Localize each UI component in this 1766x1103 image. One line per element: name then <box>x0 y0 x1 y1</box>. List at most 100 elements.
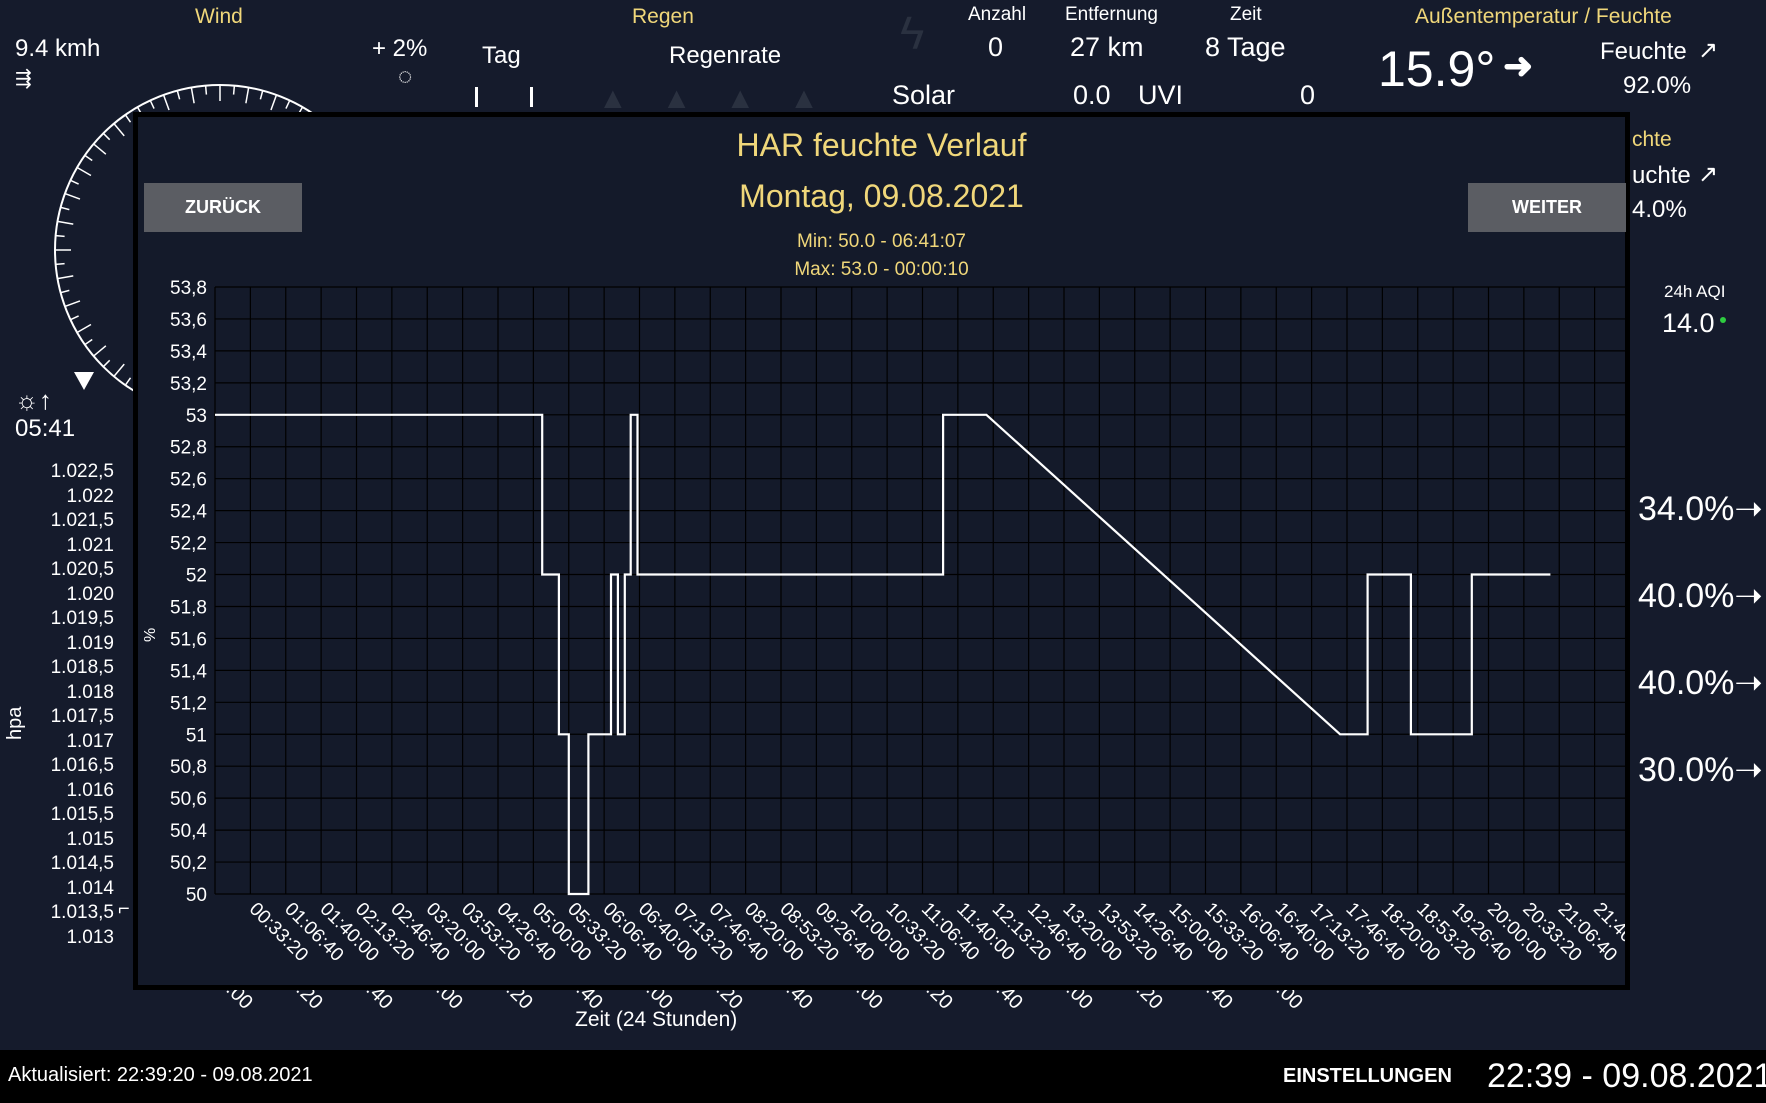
indoor-title: chte <box>1632 128 1672 151</box>
pressure-label: 1.018 <box>66 681 114 703</box>
pressure-label: 1.017,5 <box>50 706 114 727</box>
settings-button[interactable]: EINSTELLUNGEN <box>1283 1065 1452 1088</box>
compass-tick <box>124 114 132 123</box>
pressure-label: 1.021,5 <box>50 510 114 531</box>
compass-tick <box>57 275 74 280</box>
compass-tick <box>60 206 70 211</box>
compass-tick <box>76 166 92 177</box>
y-tick-label: 50,4 <box>170 821 207 842</box>
compass-tick <box>84 338 93 346</box>
wind-pointer-icon <box>74 372 94 390</box>
y-tick-label: 53,2 <box>170 374 207 395</box>
compass-tick <box>204 85 208 95</box>
compass-tick <box>149 100 155 109</box>
pressure-label: 1.015,5 <box>50 804 114 825</box>
y-tick-label: 52 <box>186 566 207 587</box>
pressure-label: 1.013,5 <box>50 902 114 923</box>
compass-tick <box>93 143 107 155</box>
humidity-line-chart: 53,8 53,6 53,4 53,2 53 52,8 52,6 52,4 52,2 52 51,8… <box>142 278 1625 966</box>
y-tick-label: 53,4 <box>170 342 207 363</box>
wind-speed: 9.4 kmh <box>15 35 101 62</box>
raindrop-icons: ▲▲▲▲ <box>598 82 853 115</box>
wind-title: Wind <box>195 5 243 28</box>
humidity-history-item: 34.0%➝ <box>1638 490 1763 528</box>
compass-tick <box>55 262 65 266</box>
rain-title: Regen <box>632 5 694 28</box>
humidity-history-item: 40.0%➝ <box>1638 664 1763 702</box>
compass-tick <box>270 94 278 111</box>
y-tick-label: 51,8 <box>170 597 207 618</box>
compass-tick <box>232 85 236 95</box>
pressure-label: 1.021 <box>66 534 114 556</box>
y-tick-label: 51,4 <box>170 661 207 682</box>
y-tick-label: 53,6 <box>170 310 207 331</box>
compass-tick <box>57 220 74 225</box>
y-tick-label: 53,8 <box>170 278 207 299</box>
indoor-humidity-label: uchte <box>1632 162 1691 189</box>
plot-area <box>215 287 1625 894</box>
compass-tick <box>162 94 170 111</box>
humidity-history-item: 40.0%➝ <box>1638 577 1763 615</box>
lightning-distance-label: Entfernung <box>1065 4 1158 25</box>
pressure-label: 1.014,5 <box>50 853 114 874</box>
lightning-distance: 27 km <box>1070 32 1144 62</box>
aqi-status-dot-icon <box>1720 317 1726 323</box>
compass-tick <box>102 359 111 368</box>
y-axis-label: % <box>142 628 159 642</box>
compass-tick <box>64 300 81 308</box>
y-tick-label: 51,6 <box>170 629 207 650</box>
lightning-time-label: Zeit <box>1230 4 1262 25</box>
pressure-cursor-icon: ⌐ <box>118 898 130 920</box>
compass-tick <box>124 377 132 386</box>
aqi-label: 24h AQI <box>1664 282 1726 301</box>
lightning-count-label: Anzahl <box>968 4 1027 25</box>
lightning-count: 0 <box>988 32 1004 62</box>
y-tick-label: 51,2 <box>170 693 207 714</box>
compass-tick <box>84 154 93 162</box>
humidity-history-item: 30.0%➝ <box>1638 751 1763 789</box>
rain-rate-label: Regenrate <box>669 42 782 69</box>
outdoor-temperature: 15.9° <box>1378 41 1496 97</box>
solar-label: Solar <box>892 80 956 110</box>
y-tick-label: 53 <box>186 406 207 427</box>
aqi-value: 14.0 <box>1662 308 1715 338</box>
compass-tick <box>102 132 111 141</box>
y-tick-label: 52,4 <box>170 502 207 523</box>
last-updated: Aktualisiert: 22:39:20 - 09.08.2021 <box>8 1064 313 1086</box>
y-tick-label: 52,6 <box>170 470 207 491</box>
y-tick-label: 50,8 <box>170 757 207 778</box>
uvi-label: UVI <box>1138 80 1184 110</box>
status-bar: Aktualisiert: 22:39:20 - 09.08.2021 EINS… <box>0 1050 1766 1103</box>
compass-tick <box>190 87 195 104</box>
compass-tick <box>70 179 79 185</box>
y-tick-label: 50,2 <box>170 853 207 874</box>
pressure-label: 1.019 <box>66 632 114 654</box>
compass-tick <box>259 90 264 100</box>
wind-percent: + 2% <box>372 35 428 62</box>
pressure-label: 1.019,5 <box>50 608 114 629</box>
temperature-trend-arrow-icon: ➜ <box>1503 45 1534 86</box>
sunrise-time: 05:41 <box>15 415 76 442</box>
pressure-label: 1.015 <box>66 828 114 850</box>
wind-gust-icon: ◌ <box>398 63 413 90</box>
pressure-label: 1.022 <box>66 485 114 507</box>
y-tick-label: 50,6 <box>170 789 207 810</box>
uvi-value: 0 <box>1300 80 1316 110</box>
pressure-label: 1.020 <box>66 583 114 605</box>
pressure-label: 1.018,5 <box>50 657 114 678</box>
pressure-label: 1.016,5 <box>50 755 114 776</box>
pressure-label: 1.014 <box>66 877 114 899</box>
compass-tick <box>70 315 79 321</box>
pressure-label: 1.013 <box>66 926 114 948</box>
lightning-time: 8 Tage <box>1205 32 1286 62</box>
outdoor-title: Außentemperatur / Feuchte <box>1415 5 1672 28</box>
compass-tick <box>245 87 250 104</box>
y-tick-label: 50 <box>186 885 207 906</box>
background-axis-label: Zeit (24 Stunden) <box>575 1008 738 1031</box>
outdoor-humidity-label: Feuchte <box>1600 38 1687 65</box>
sunrise-icon: ☼↑ <box>15 385 52 415</box>
compass-tick <box>113 363 125 377</box>
outdoor-humidity: 92.0% <box>1623 72 1692 99</box>
pressure-label: 1.022,5 <box>50 461 114 482</box>
indoor-humidity: 4.0% <box>1632 196 1687 223</box>
